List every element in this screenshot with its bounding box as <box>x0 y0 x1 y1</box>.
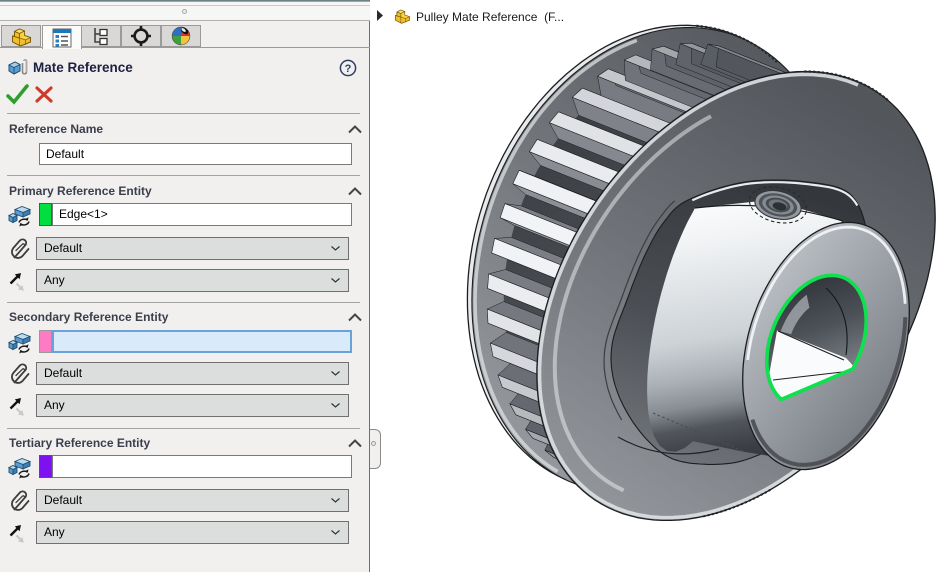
svg-text:?: ? <box>345 63 352 75</box>
